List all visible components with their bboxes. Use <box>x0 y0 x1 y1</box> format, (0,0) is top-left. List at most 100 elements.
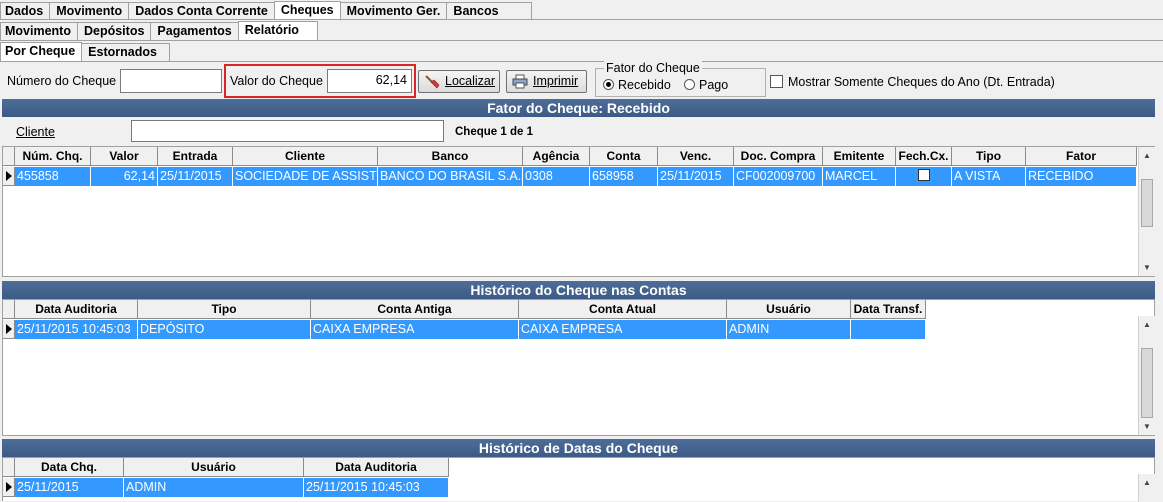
cell-venc[interactable]: 25/11/2015 <box>658 167 734 186</box>
col-header-data-chq[interactable]: Data Chq. <box>15 458 124 477</box>
col-header-agencia[interactable]: Agência <box>523 147 590 166</box>
cheques-subtabs: Movimento Depósitos Pagamentos Relatório <box>0 21 318 40</box>
col-header-fech-cx[interactable]: Fech.Cx. <box>896 147 952 166</box>
printer-icon <box>512 74 528 89</box>
tab-cheques[interactable]: Cheques <box>273 1 341 20</box>
col-header-conta-atual[interactable]: Conta Atual <box>519 300 727 319</box>
cell-valor[interactable]: 62,14 <box>91 167 158 186</box>
numero-cheque-label: Número do Cheque <box>7 74 117 88</box>
scroll-down-icon[interactable]: ▼ <box>1139 418 1155 435</box>
cell-doc-compra[interactable]: CF002009700 <box>734 167 823 186</box>
valor-cheque-label: Valor do Cheque <box>230 74 323 88</box>
cell-banco[interactable]: BANCO DO BRASIL S.A. <box>378 167 523 186</box>
cell-usuario[interactable]: ADMIN <box>727 320 851 339</box>
tab-depositos[interactable]: Depósitos <box>76 22 152 40</box>
scroll-thumb[interactable] <box>1141 348 1153 418</box>
tab-movimento-ger[interactable]: Movimento Ger. <box>339 2 448 20</box>
section-historico-contas-title: Histórico do Cheque nas Contas <box>2 281 1155 299</box>
cell-conta-antiga[interactable]: CAIXA EMPRESA <box>311 320 519 339</box>
cheques-grid[interactable]: Núm. Chq. Valor Entrada Cliente Banco Ag… <box>2 146 1155 277</box>
imprimir-button[interactable]: Imprimir <box>506 70 587 93</box>
row-indicator <box>3 320 15 339</box>
col-header-conta-antiga[interactable]: Conta Antiga <box>311 300 519 319</box>
historico-datas-scrollbar[interactable]: ▲ <box>1138 474 1155 502</box>
col-header-valor[interactable]: Valor <box>91 147 158 166</box>
radio-pago-indicator <box>684 79 695 90</box>
row-indicator <box>3 478 15 497</box>
numero-cheque-input[interactable] <box>120 69 222 93</box>
tab-dados[interactable]: Dados <box>0 2 51 20</box>
scroll-up-icon[interactable]: ▲ <box>1139 316 1155 333</box>
tab-por-cheque[interactable]: Por Cheque <box>0 42 83 61</box>
scroll-thumb[interactable] <box>1141 179 1153 227</box>
cell-agencia[interactable]: 0308 <box>523 167 590 186</box>
col-header-data-auditoria[interactable]: Data Auditoria <box>304 458 449 477</box>
section-historico-datas-title: Histórico de Datas do Cheque <box>2 439 1155 457</box>
tab-relatorio[interactable]: Relatório <box>237 21 318 40</box>
radio-pago-label: Pago <box>699 78 729 92</box>
fech-cx-checkbox[interactable] <box>918 169 930 181</box>
cell-conta[interactable]: 658958 <box>590 167 658 186</box>
cell-data-auditoria[interactable]: 25/11/2015 10:45:03 <box>15 320 138 339</box>
cell-entrada[interactable]: 25/11/2015 <box>158 167 233 186</box>
tab-pagamentos[interactable]: Pagamentos <box>150 22 239 40</box>
col-header-fator[interactable]: Fator <box>1026 147 1137 166</box>
col-header-usuario[interactable]: Usuário <box>727 300 851 319</box>
localizar-label: Localizar <box>445 74 496 88</box>
col-header-tipo[interactable]: Tipo <box>138 300 311 319</box>
cell-num-chq[interactable]: 455858 <box>15 167 91 186</box>
cheque-count: Cheque 1 de 1 <box>455 126 533 138</box>
tab-estornados[interactable]: Estornados <box>81 43 170 61</box>
radio-recebido[interactable]: Recebido <box>603 78 671 92</box>
valor-cheque-input[interactable]: 62,14 <box>327 69 412 93</box>
relatorio-subtabs: Por Cheque Estornados <box>0 42 170 61</box>
tab-divider <box>0 19 1163 20</box>
imprimir-label: Imprimir <box>533 74 579 88</box>
col-header-entrada[interactable]: Entrada <box>158 147 233 166</box>
cell-tipo[interactable]: DEPÓSITO <box>138 320 311 339</box>
col-header-cliente[interactable]: Cliente <box>233 147 378 166</box>
cliente-input[interactable] <box>131 120 444 142</box>
cell-tipo[interactable]: A VISTA <box>952 167 1026 186</box>
cell-emitente[interactable]: MARCEL <box>823 167 896 186</box>
mostrar-ano-checkbox[interactable] <box>770 75 783 88</box>
cell-fator[interactable]: RECEBIDO <box>1026 167 1137 186</box>
mostrar-ano-label: Mostrar Somente Cheques do Ano (Dt. Entr… <box>788 75 1055 89</box>
main-tabs: Dados Movimento Dados Conta Corrente Che… <box>0 1 532 20</box>
cell-data-chq[interactable]: 25/11/2015 <box>15 478 124 497</box>
tab-movimento[interactable]: Movimento <box>49 2 130 20</box>
scroll-down-icon[interactable]: ▼ <box>1139 259 1155 276</box>
col-header-usuario[interactable]: Usuário <box>124 458 304 477</box>
col-header-banco[interactable]: Banco <box>378 147 523 166</box>
cell-cliente[interactable]: SOCIEDADE DE ASSISTÊNCIA <box>233 167 378 186</box>
col-header-doc-compra[interactable]: Doc. Compra <box>734 147 823 166</box>
col-header-venc[interactable]: Venc. <box>658 147 734 166</box>
localizar-button[interactable]: Localizar <box>418 70 500 93</box>
historico-datas-grid[interactable]: Data Chq. Usuário Data Auditoria 25/11/2… <box>2 457 1155 502</box>
scroll-up-icon[interactable]: ▲ <box>1139 147 1155 164</box>
scroll-up-icon[interactable]: ▲ <box>1139 474 1155 491</box>
tab-bancos[interactable]: Bancos <box>446 2 532 20</box>
tab-divider <box>0 40 1163 41</box>
cheques-grid-scrollbar[interactable]: ▲ ▼ <box>1138 147 1155 276</box>
cell-conta-atual[interactable]: CAIXA EMPRESA <box>519 320 727 339</box>
tab-movimento-sub[interactable]: Movimento <box>0 22 78 40</box>
cliente-label: Cliente <box>16 125 55 139</box>
col-header-conta[interactable]: Conta <box>590 147 658 166</box>
grid-corner <box>3 300 15 319</box>
radio-pago[interactable]: Pago <box>684 78 728 92</box>
cell-fech-cx[interactable] <box>896 167 952 186</box>
tab-dados-conta-corrente[interactable]: Dados Conta Corrente <box>128 2 275 20</box>
row-indicator <box>3 167 15 186</box>
col-header-tipo[interactable]: Tipo <box>952 147 1026 166</box>
col-header-data-auditoria[interactable]: Data Auditoria <box>15 300 138 319</box>
cell-data-transf[interactable] <box>851 320 926 339</box>
col-header-emitente[interactable]: Emitente <box>823 147 896 166</box>
col-header-num-chq[interactable]: Núm. Chq. <box>15 147 91 166</box>
cell-data-auditoria[interactable]: 25/11/2015 10:45:03 <box>304 478 449 497</box>
col-header-data-transf[interactable]: Data Transf. <box>851 300 926 319</box>
cell-usuario[interactable]: ADMIN <box>124 478 304 497</box>
grid-corner <box>3 458 15 477</box>
historico-contas-scrollbar[interactable]: ▲ ▼ <box>1138 316 1155 435</box>
historico-contas-grid[interactable]: Data Auditoria Tipo Conta Antiga Conta A… <box>2 299 1155 436</box>
